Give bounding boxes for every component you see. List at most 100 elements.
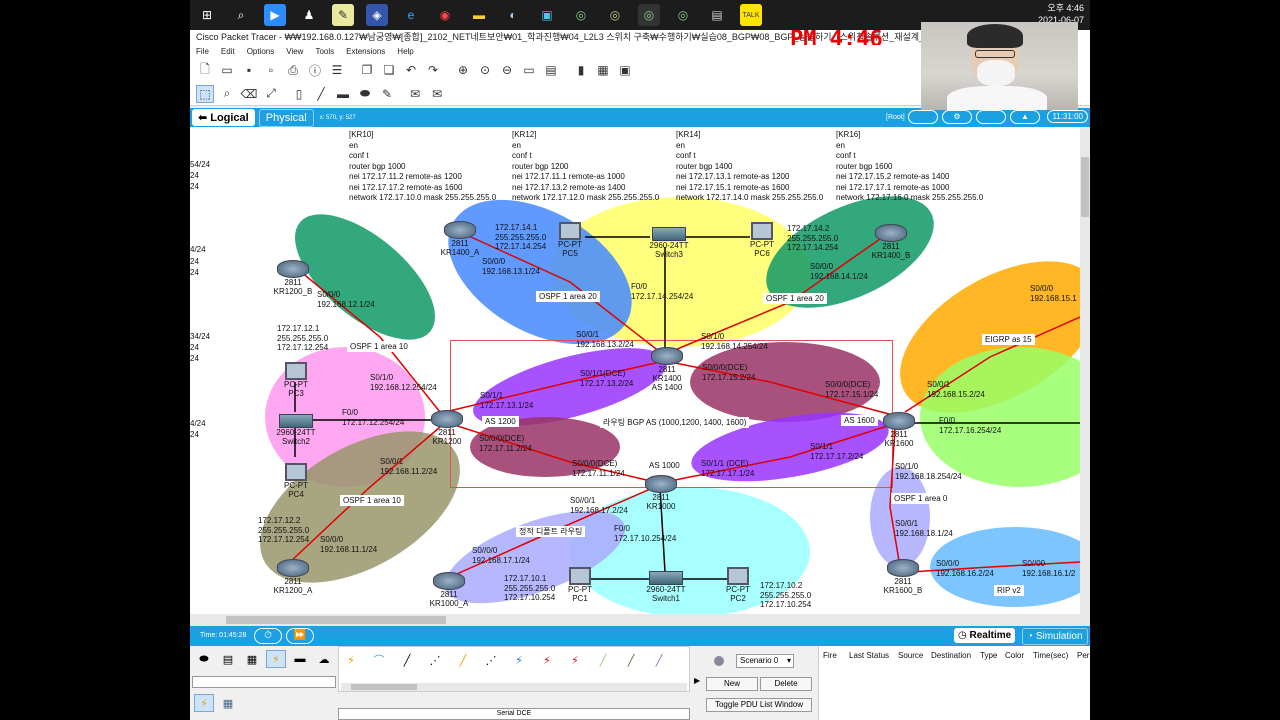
- draw-rectangle-icon[interactable]: ▭: [520, 61, 538, 79]
- select-icon[interactable]: ⬚: [196, 84, 214, 103]
- mountain-icon[interactable]: ▲: [1010, 110, 1040, 124]
- multiuser-icon[interactable]: ☁: [314, 650, 334, 668]
- new-scenario-button[interactable]: New: [706, 677, 758, 691]
- palette-icon[interactable]: ▤: [542, 61, 560, 79]
- menu-view[interactable]: View: [286, 47, 303, 56]
- custom-device-icon[interactable]: ▦: [594, 61, 612, 79]
- pen-app-icon[interactable]: ✎: [332, 4, 354, 26]
- add-complex-pdu-icon[interactable]: ✉: [428, 85, 446, 103]
- workspace-horizontal-scrollbar[interactable]: [190, 614, 1090, 626]
- router-kr1400[interactable]: 2811 KR1400 AS 1400: [642, 347, 692, 392]
- usb-cable-icon[interactable]: ╱: [649, 651, 669, 669]
- tab-physical[interactable]: Physical: [258, 108, 314, 127]
- menu-help[interactable]: Help: [397, 47, 413, 56]
- router-kr1400-a[interactable]: 2811 KR1400_A: [435, 221, 485, 257]
- pt-icon-2[interactable]: ◎: [570, 4, 592, 26]
- delete-icon[interactable]: ⌫: [240, 85, 258, 103]
- delete-scenario-button[interactable]: Delete: [760, 677, 812, 691]
- print-icon[interactable]: ⎙: [284, 61, 302, 79]
- scrollbar-thumb[interactable]: [226, 616, 446, 624]
- packet-tracer-icon[interactable]: ◐: [502, 4, 524, 26]
- viewport-button[interactable]: ⚙: [942, 110, 972, 124]
- folder-icon[interactable]: ▬: [468, 4, 490, 26]
- router-kr1200[interactable]: 2811 KR1200: [422, 410, 472, 446]
- power-cycle-button[interactable]: ⏱: [254, 628, 282, 644]
- menu-extensions[interactable]: Extensions: [346, 47, 385, 56]
- scrollbar-thumb[interactable]: [1081, 157, 1089, 217]
- zoom-app-icon[interactable]: ▶: [264, 4, 286, 26]
- kakaotalk-icon[interactable]: TALK: [740, 4, 762, 26]
- menu-tools[interactable]: Tools: [315, 47, 334, 56]
- auto-cable-icon[interactable]: ⚡: [341, 651, 361, 669]
- draw-line-icon[interactable]: ╱: [312, 85, 330, 103]
- components-icon[interactable]: ▦: [242, 650, 262, 668]
- info-icon[interactable]: ⓘ: [306, 61, 324, 79]
- realtime-mode-button[interactable]: ◷ Realtime: [954, 628, 1016, 643]
- draw-ellipse-icon[interactable]: ⬬: [356, 85, 374, 103]
- draw-rect-icon[interactable]: ▬: [334, 85, 352, 103]
- open-folder-icon[interactable]: ▭: [218, 61, 236, 79]
- phone-cable-icon[interactable]: ⋰: [481, 651, 501, 669]
- undo-icon[interactable]: ↶: [402, 61, 420, 79]
- router-kr1000[interactable]: 2811 KR1000: [636, 475, 686, 511]
- scrollbar-thumb[interactable]: [351, 684, 417, 690]
- router-kr1200-a[interactable]: 2811 KR1200_A: [268, 559, 318, 595]
- coaxial-icon[interactable]: ⚡: [509, 651, 529, 669]
- image-icon[interactable]: ▣: [616, 61, 634, 79]
- switch-switch1[interactable]: 2960-24TT Switch1: [640, 571, 692, 603]
- paste-icon[interactable]: ❏: [380, 61, 398, 79]
- inspect-icon[interactable]: ⌕: [218, 85, 236, 103]
- menu-file[interactable]: File: [196, 47, 209, 56]
- workspace-vertical-scrollbar[interactable]: [1080, 127, 1090, 614]
- switch-switch3[interactable]: 2960-24TT Switch3: [644, 227, 694, 259]
- router-kr1400-b[interactable]: 2811 KR1400_B: [866, 224, 916, 260]
- add-simple-pdu-icon[interactable]: ✉: [406, 85, 424, 103]
- app-icon[interactable]: ▣: [536, 4, 558, 26]
- serial-dce-icon[interactable]: ⚡: [537, 651, 557, 669]
- notepad-icon[interactable]: ▤: [706, 4, 728, 26]
- toggle-pdu-list-button[interactable]: Toggle PDU List Window: [706, 698, 812, 712]
- logical-workspace[interactable]: [KR10] en conf t router bgp 1000 nei 172…: [190, 127, 1080, 614]
- pc-pc3[interactable]: PC-PT PC3: [278, 362, 314, 398]
- new-file-icon[interactable]: 🗋: [196, 61, 214, 79]
- device-template-icon[interactable]: ▮: [572, 61, 590, 79]
- zoom-in-icon[interactable]: ⊕: [454, 61, 472, 79]
- redo-icon[interactable]: ↷: [424, 61, 442, 79]
- device-search-field[interactable]: [192, 676, 336, 688]
- menu-options[interactable]: Options: [247, 47, 275, 56]
- pc-pc5[interactable]: PC-PT PC5: [552, 222, 588, 258]
- simulation-mode-button[interactable]: ◔ Simulation: [1022, 628, 1088, 645]
- end-devices-icon[interactable]: ▤: [218, 650, 238, 668]
- strip-scrollbar[interactable]: [341, 683, 687, 691]
- place-note-icon[interactable]: ▯: [290, 85, 308, 103]
- environment-button[interactable]: [976, 110, 1006, 124]
- network-devices-icon[interactable]: ⬬: [194, 650, 214, 668]
- octal-icon[interactable]: ╱: [593, 651, 613, 669]
- auto-connection-icon[interactable]: ⚡: [194, 694, 214, 712]
- search-icon[interactable]: ⌕: [230, 4, 252, 26]
- connections-icon[interactable]: ⚡: [266, 650, 286, 668]
- router-kr1600[interactable]: 2811 KR1600: [874, 412, 924, 448]
- zoom-out-icon[interactable]: ⊖: [498, 61, 516, 79]
- iot-custom-icon[interactable]: ╱: [621, 651, 641, 669]
- router-kr1000-a[interactable]: 2811 KR1000_A: [424, 572, 474, 608]
- person-app-icon[interactable]: ♟: [298, 4, 320, 26]
- router-kr1200-b[interactable]: 2811 KR1200_B: [268, 260, 318, 296]
- freeform-icon[interactable]: ✎: [378, 85, 396, 103]
- pc-pc4[interactable]: PC-PT PC4: [278, 463, 314, 499]
- crossover-icon[interactable]: ⋰: [425, 651, 445, 669]
- serial-dte-icon[interactable]: ⚡: [565, 651, 585, 669]
- save-as-icon[interactable]: ▫: [262, 61, 280, 79]
- misc-icon[interactable]: ▬: [290, 650, 310, 668]
- menu-edit[interactable]: Edit: [221, 47, 235, 56]
- network-app-icon[interactable]: ◈: [366, 4, 388, 26]
- pt-icon-4[interactable]: ◎: [638, 4, 660, 26]
- cluster-button[interactable]: [908, 110, 938, 124]
- switch-switch2[interactable]: 2960-24TT Switch2: [270, 414, 322, 446]
- wizard-icon[interactable]: ☰: [328, 61, 346, 79]
- root-label[interactable]: [Root]: [886, 114, 905, 121]
- console-cable-icon[interactable]: ⌒: [369, 651, 389, 669]
- pt-icon-5[interactable]: ◎: [672, 4, 694, 26]
- scenario-select[interactable]: Scenario 0 ▾: [736, 654, 794, 668]
- collapse-arrow-icon[interactable]: ▶: [694, 676, 700, 685]
